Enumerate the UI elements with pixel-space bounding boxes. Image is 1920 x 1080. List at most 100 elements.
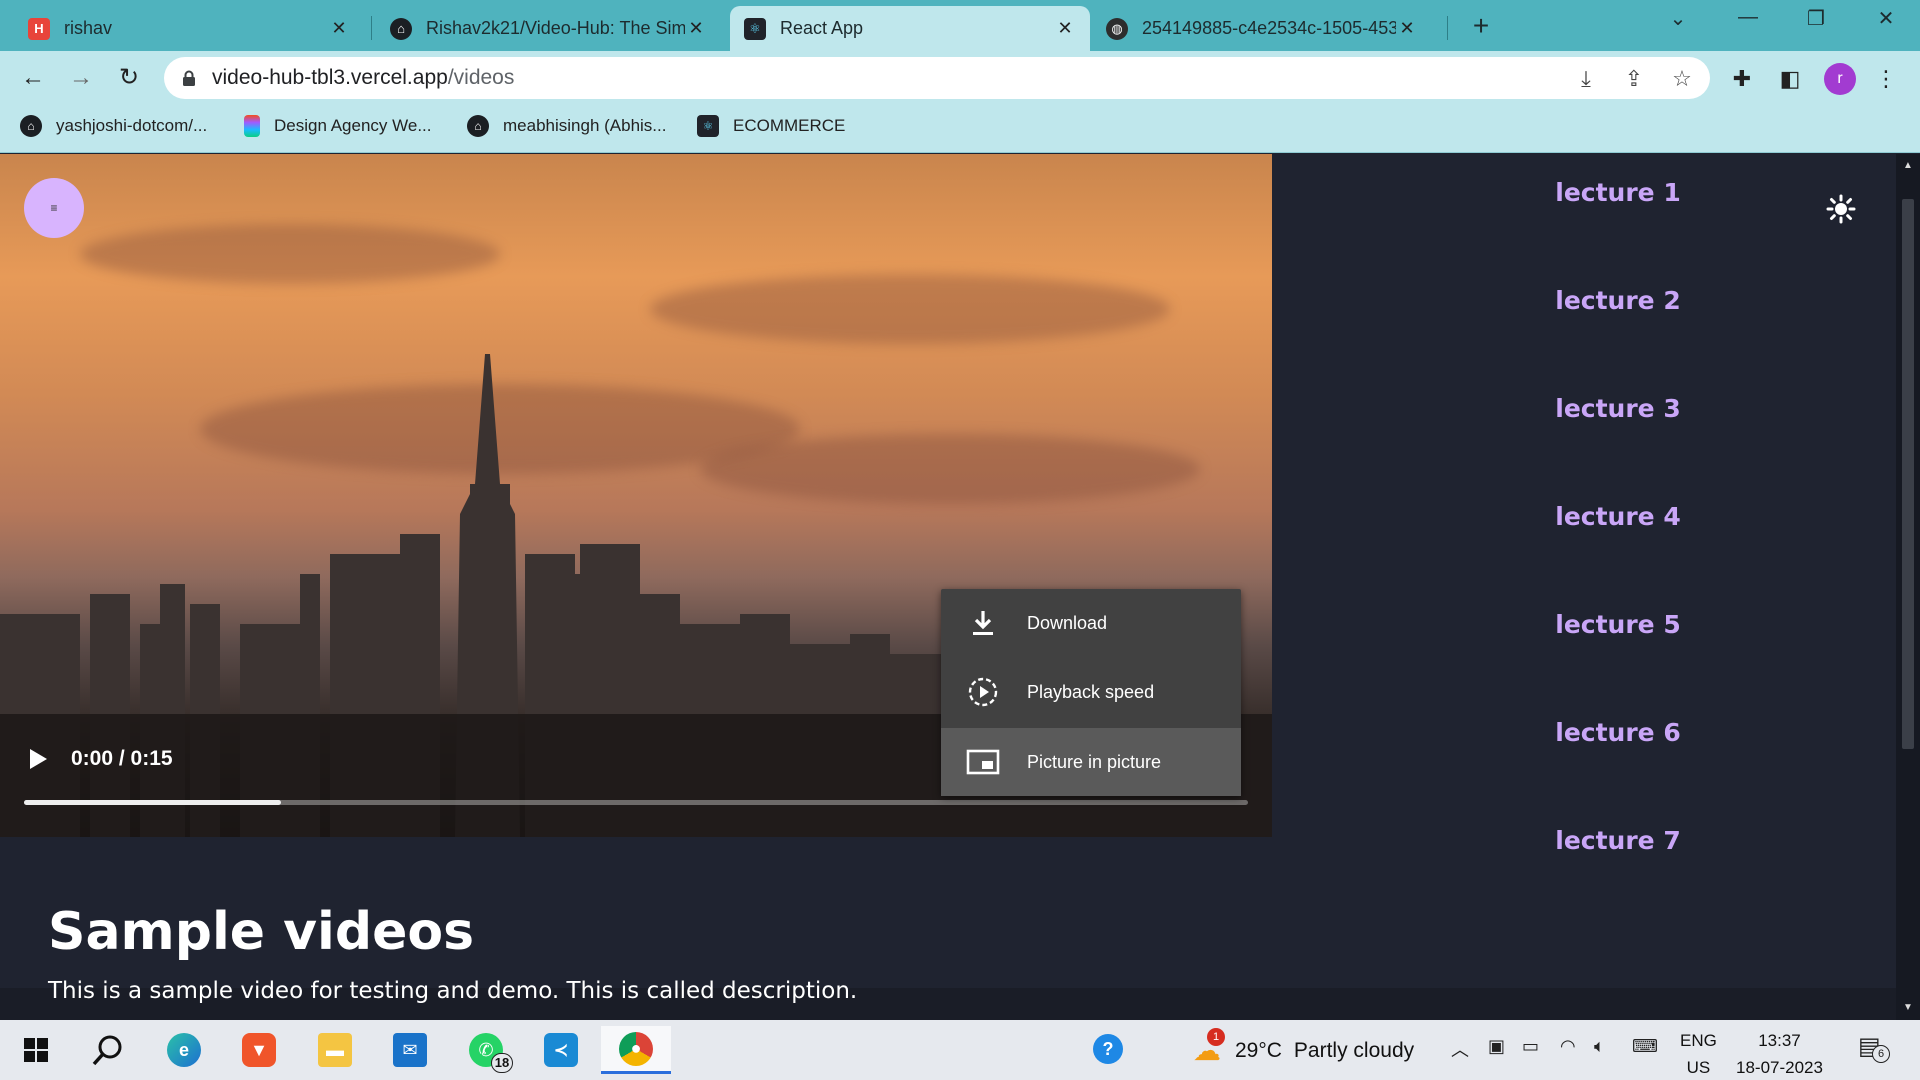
- more-menu-icon[interactable]: ⋮: [1872, 65, 1900, 93]
- tab-rishav[interactable]: H rishav ✕: [14, 6, 364, 51]
- tab-search-icon[interactable]: ⌄: [1658, 6, 1698, 31]
- weather-widget[interactable]: ☁ 1 29°C Partly cloudy: [1193, 1028, 1415, 1067]
- help-icon[interactable]: ?: [1093, 1034, 1123, 1064]
- mail-icon: ✉: [393, 1033, 427, 1067]
- taskbar-file-explorer[interactable]: ▬: [309, 1026, 361, 1074]
- tab-separator: [1447, 16, 1448, 40]
- url-text: video-hub-tbl3.vercel.app/videos: [212, 66, 514, 90]
- notification-center-icon[interactable]: ▤ 6: [1858, 1032, 1890, 1063]
- page-scrollbar[interactable]: ▲ ▼: [1896, 154, 1920, 1020]
- taskbar-brave[interactable]: ▼: [233, 1026, 285, 1074]
- tab-title: React App: [780, 18, 864, 38]
- weather-alert-badge: 1: [1207, 1028, 1225, 1046]
- lecture-link-3[interactable]: lecture 3: [1543, 394, 1693, 423]
- windows-taskbar: e ▼ ▬ ✉ ✆ 18 ≺ ● ? ☁ 1 29°C Partly cloud…: [0, 1020, 1920, 1080]
- lecture-link-5[interactable]: lecture 5: [1543, 610, 1693, 639]
- tab-title: 254149885-c4e2534c-1505-453b: [1142, 18, 1396, 38]
- globe-icon: ◍: [1106, 17, 1128, 40]
- video-options-menu: Download Playback speed Picture in pictu…: [941, 589, 1241, 796]
- lang-code: ENG: [1680, 1031, 1717, 1050]
- clock-date: 18-07-2023: [1736, 1058, 1823, 1077]
- taskbar-search[interactable]: [82, 1026, 134, 1074]
- lecture-link-4[interactable]: lecture 4: [1543, 502, 1693, 531]
- volume-icon[interactable]: 🔈︎: [1594, 1036, 1605, 1057]
- meet-now-icon[interactable]: ▣: [1488, 1036, 1505, 1057]
- close-icon[interactable]: ✕: [1054, 18, 1076, 39]
- forward-icon[interactable]: →: [64, 61, 98, 95]
- system-clock[interactable]: 13:37 18-07-2023: [1736, 1027, 1823, 1080]
- taskbar-edge[interactable]: e: [158, 1026, 210, 1074]
- notification-badge: 18: [491, 1053, 513, 1073]
- video-progress-bar[interactable]: [24, 800, 1248, 805]
- harness-icon: H: [28, 17, 50, 40]
- input-language[interactable]: ENG US: [1680, 1027, 1717, 1080]
- video-time: 0:00 / 0:15: [71, 747, 173, 770]
- react-icon: ⚛: [697, 115, 719, 137]
- close-icon[interactable]: ✕: [328, 18, 350, 39]
- new-tab-button[interactable]: +: [1466, 10, 1496, 42]
- bookmark-design-agency[interactable]: Design Agency We...: [244, 115, 432, 137]
- back-icon[interactable]: ←: [16, 61, 50, 95]
- menu-item-picture-in-picture[interactable]: Picture in picture: [941, 728, 1241, 796]
- profile-avatar[interactable]: r: [1824, 63, 1856, 95]
- video-player[interactable]: ≡ 0:00 / 0:15 Download Playback speed Pi…: [0, 154, 1272, 837]
- hamburger-menu-button[interactable]: ≡: [24, 178, 84, 238]
- menu-item-label: Playback speed: [1027, 681, 1155, 702]
- lecture-link-1[interactable]: lecture 1: [1543, 178, 1693, 207]
- bookmark-label: meabhisingh (Abhis...: [503, 116, 667, 135]
- taskbar-chrome[interactable]: ●: [601, 1026, 671, 1074]
- menu-item-label: Download: [1027, 612, 1108, 633]
- wifi-icon[interactable]: ◠: [1560, 1036, 1576, 1057]
- install-app-icon[interactable]: ⤓: [1572, 65, 1600, 93]
- extensions-icon[interactable]: ✚: [1728, 65, 1756, 93]
- address-bar[interactable]: video-hub-tbl3.vercel.app/videos ⤓ ⇪ ☆: [164, 57, 1710, 99]
- video-description: This is a sample video for testing and d…: [48, 978, 858, 1004]
- side-panel-icon[interactable]: ◧: [1776, 65, 1804, 93]
- bookmark-star-icon[interactable]: ☆: [1668, 65, 1696, 93]
- close-icon[interactable]: ✕: [1396, 18, 1418, 39]
- lecture-link-7[interactable]: lecture 7: [1543, 826, 1693, 855]
- reload-icon[interactable]: ↻: [112, 61, 146, 95]
- theme-toggle-sun-icon[interactable]: [1826, 194, 1856, 224]
- show-hidden-icons-icon[interactable]: ︿: [1451, 1036, 1469, 1062]
- tab-image-link[interactable]: ◍ 254149885-c4e2534c-1505-453b ✕: [1092, 6, 1432, 51]
- github-icon: ⌂: [467, 115, 489, 137]
- start-button[interactable]: [10, 1026, 62, 1074]
- scroll-down-arrow-icon[interactable]: ▼: [1896, 1002, 1920, 1013]
- share-icon[interactable]: ⇪: [1620, 65, 1648, 93]
- battery-icon[interactable]: ▭: [1522, 1036, 1539, 1057]
- bookmark-meabhisingh[interactable]: ⌂ meabhisingh (Abhis...: [467, 115, 666, 137]
- bookmark-ecommerce[interactable]: ⚛ ECOMMERCE: [697, 115, 845, 137]
- menu-item-download[interactable]: Download: [941, 589, 1241, 657]
- lecture-link-2[interactable]: lecture 2: [1543, 286, 1693, 315]
- github-icon: ⌂: [20, 115, 42, 137]
- scroll-up-arrow-icon[interactable]: ▲: [1896, 160, 1920, 171]
- figma-icon: [244, 115, 260, 137]
- picture-in-picture-icon: [963, 749, 1003, 775]
- partly-cloudy-icon: ☁ 1: [1193, 1028, 1225, 1067]
- minimize-icon[interactable]: —: [1728, 6, 1768, 29]
- lecture-link-6[interactable]: lecture 6: [1543, 718, 1693, 747]
- keyboard-icon[interactable]: ⌨: [1632, 1036, 1658, 1057]
- react-icon: ⚛: [744, 17, 766, 40]
- taskbar-whatsapp[interactable]: ✆ 18: [460, 1026, 513, 1074]
- bookmark-yashjoshi[interactable]: ⌂ yashjoshi-dotcom/...: [20, 115, 207, 137]
- edge-icon: e: [167, 1033, 201, 1067]
- bookmark-label: yashjoshi-dotcom/...: [56, 116, 208, 135]
- play-icon[interactable]: [26, 746, 50, 772]
- window-close-icon[interactable]: ✕: [1866, 6, 1906, 31]
- search-icon: [92, 1035, 122, 1066]
- menu-item-playback-speed[interactable]: Playback speed: [941, 658, 1241, 726]
- tab-react-app[interactable]: ⚛ React App ✕: [730, 6, 1090, 51]
- taskbar-mail[interactable]: ✉: [384, 1026, 436, 1074]
- menu-icon: ≡: [50, 201, 58, 215]
- taskbar-vscode[interactable]: ≺: [535, 1026, 587, 1074]
- weather-text: Partly cloudy: [1293, 1038, 1415, 1062]
- restore-icon[interactable]: ❐: [1796, 6, 1836, 31]
- bookmarks-bar: ⌂ yashjoshi-dotcom/... Design Agency We.…: [0, 105, 1920, 153]
- vscode-icon: ≺: [544, 1033, 578, 1067]
- whatsapp-icon: ✆ 18: [469, 1033, 513, 1073]
- scrollbar-thumb[interactable]: [1902, 199, 1914, 749]
- tab-github-video-hub[interactable]: ⌂ Rishav2k21/Video-Hub: The Simp ✕: [376, 6, 721, 51]
- close-icon[interactable]: ✕: [685, 18, 707, 39]
